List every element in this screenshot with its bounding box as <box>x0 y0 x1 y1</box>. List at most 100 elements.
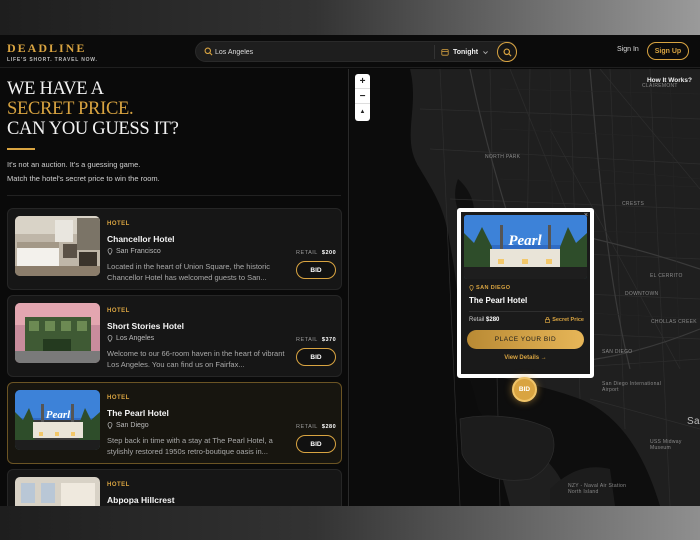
search-icon <box>204 47 213 56</box>
hotel-name[interactable]: Abpopa Hillcrest <box>107 495 175 505</box>
hero-line-3: CAN YOU GUESS IT? <box>7 119 179 139</box>
bid-button[interactable]: BID <box>296 348 336 366</box>
search-input[interactable] <box>215 45 415 59</box>
retail-value: $200 <box>321 250 337 256</box>
hotel-card[interactable]: HOTEL Short Stories Hotel Los Angeles We… <box>7 295 342 377</box>
map-bid-pin[interactable]: BID <box>512 377 537 402</box>
map-label: San Diego International Airport <box>602 381 662 393</box>
logo[interactable]: DEADLINE LIFE'S SHORT. TRAVEL NOW. <box>7 41 98 63</box>
popup-sign-pearl: Pearl <box>508 233 542 249</box>
hotel-card-selected[interactable]: Pearl HOTEL The Pearl Hotel San Diego St… <box>7 382 342 464</box>
popup-retail-value: $280 <box>486 317 500 323</box>
hotel-location-text: San Francisco <box>116 248 161 255</box>
popup-secret-price: Secret Price <box>545 317 584 323</box>
map-label: DOWNTOWN <box>625 291 659 297</box>
sign-in-link[interactable]: Sign In <box>617 46 639 53</box>
zoom-out-button[interactable]: − <box>355 89 370 104</box>
lock-icon <box>545 317 551 323</box>
map-label: CHOLLAS CREEK <box>651 319 697 325</box>
popup-retail: Retail $280 <box>469 317 499 323</box>
retail-label: RETAIL <box>296 424 318 430</box>
map[interactable]: + − ▲ How It Works? CLAIREMONT CRESTS EL… <box>350 69 700 506</box>
search-bar: Tonight <box>195 41 517 62</box>
location-pin-icon <box>107 335 113 342</box>
hotel-location: Los Angeles <box>107 335 154 342</box>
map-label: NORTH PARK <box>485 154 521 160</box>
popup-image: Pearl <box>464 215 587 279</box>
header: DEADLINE LIFE'S SHORT. TRAVEL NOW. Tonig… <box>0 35 700 68</box>
popup-location-text: SAN DIEGO <box>476 285 511 291</box>
hotel-location: San Diego <box>107 422 149 429</box>
sign-up-button[interactable]: Sign Up <box>647 42 689 60</box>
hotel-location: San Francisco <box>107 248 161 255</box>
map-label: CRESTS <box>622 201 645 207</box>
chevron-down-icon <box>483 50 489 54</box>
hotel-description: Welcome to our 66-room haven in the hear… <box>107 349 285 369</box>
hotel-type: HOTEL <box>107 395 130 401</box>
hotel-description: Step back in time with a stay at The Pea… <box>107 436 273 456</box>
window-top-band <box>0 0 700 35</box>
map-label: SAN DIEGO <box>602 349 633 355</box>
logo-text: DEADLINE <box>7 41 87 55</box>
zoom-controls: + − ▲ <box>355 74 370 121</box>
hotel-card[interactable]: HOTEL Abpopa Hillcrest <box>7 469 342 506</box>
retail-price: RETAIL $280 <box>296 424 336 430</box>
date-select[interactable]: Tonight <box>434 45 489 59</box>
zoom-in-button[interactable]: + <box>355 74 370 89</box>
retail-value: $280 <box>321 424 337 430</box>
date-label: Tonight <box>453 48 479 56</box>
bid-button[interactable]: BID <box>296 261 336 279</box>
sign-pearl: Pearl <box>46 409 71 421</box>
map-label: NZY - Naval Air Station North Island <box>568 483 627 495</box>
location-pin-icon <box>107 248 113 255</box>
hotel-name[interactable]: Short Stories Hotel <box>107 321 184 331</box>
hotel-description: Located in the heart of Union Square, th… <box>107 262 271 282</box>
divider <box>7 195 341 196</box>
calendar-icon <box>441 49 449 56</box>
hotel-thumbnail <box>15 477 100 506</box>
popup-hotel-name: The Pearl Hotel <box>469 296 528 305</box>
hero-subtitle-2: Match the hotel's secret price to win th… <box>7 174 160 183</box>
hotel-list-panel: WE HAVE A SECRET PRICE. CAN YOU GUESS IT… <box>0 69 349 506</box>
location-pin-icon <box>469 285 474 291</box>
hotel-type: HOTEL <box>107 482 130 488</box>
map-label: USS Midway Museum <box>650 439 682 451</box>
search-icon <box>502 47 512 57</box>
retail-label: RETAIL <box>296 250 318 256</box>
app: DEADLINE LIFE'S SHORT. TRAVEL NOW. Tonig… <box>0 35 700 506</box>
hotel-location-text: Los Angeles <box>116 335 155 342</box>
hotel-name[interactable]: The Pearl Hotel <box>107 408 169 418</box>
hero-subtitle-1: It's not an auction. It's a guessing gam… <box>7 160 141 169</box>
map-label-city: Sa <box>687 416 700 427</box>
map-label: CLAIREMONT <box>642 83 678 89</box>
hero-heading: WE HAVE A SECRET PRICE. CAN YOU GUESS IT… <box>7 79 179 139</box>
hotel-location-text: San Diego <box>116 422 149 429</box>
retail-label: RETAIL <box>296 337 318 343</box>
hotel-popup: × Pearl SAN D <box>457 208 594 378</box>
search-button[interactable] <box>497 42 517 62</box>
hotel-type: HOTEL <box>107 308 130 314</box>
hotel-type: HOTEL <box>107 221 130 227</box>
popup-divider <box>469 311 582 312</box>
hotel-thumbnail: Pearl <box>15 390 100 450</box>
hero-line-1: WE HAVE A <box>7 79 104 99</box>
retail-value: $370 <box>321 337 337 343</box>
bid-button[interactable]: BID <box>296 435 336 453</box>
place-bid-button[interactable]: PLACE YOUR BID <box>467 330 584 349</box>
hotel-thumbnail <box>15 303 100 363</box>
popup-secret-label: Secret Price <box>552 317 584 323</box>
window-bottom-band <box>0 506 700 540</box>
hotel-name[interactable]: Chancellor Hotel <box>107 234 175 244</box>
popup-location: SAN DIEGO <box>469 285 510 291</box>
hotel-card[interactable]: HOTEL Chancellor Hotel San Francisco Loc… <box>7 208 342 290</box>
map-label: EL CERRITO <box>650 273 683 279</box>
location-pin-icon <box>107 422 113 429</box>
hero-underline <box>7 148 35 150</box>
compass-button[interactable]: ▲ <box>355 104 370 119</box>
retail-price: RETAIL $370 <box>296 337 336 343</box>
view-details-link[interactable]: View Details → <box>461 355 590 361</box>
hero-line-2: SECRET PRICE. <box>7 99 134 119</box>
popup-retail-label: Retail <box>469 317 485 323</box>
logo-tagline: LIFE'S SHORT. TRAVEL NOW. <box>7 57 98 63</box>
retail-price: RETAIL $200 <box>296 250 336 256</box>
